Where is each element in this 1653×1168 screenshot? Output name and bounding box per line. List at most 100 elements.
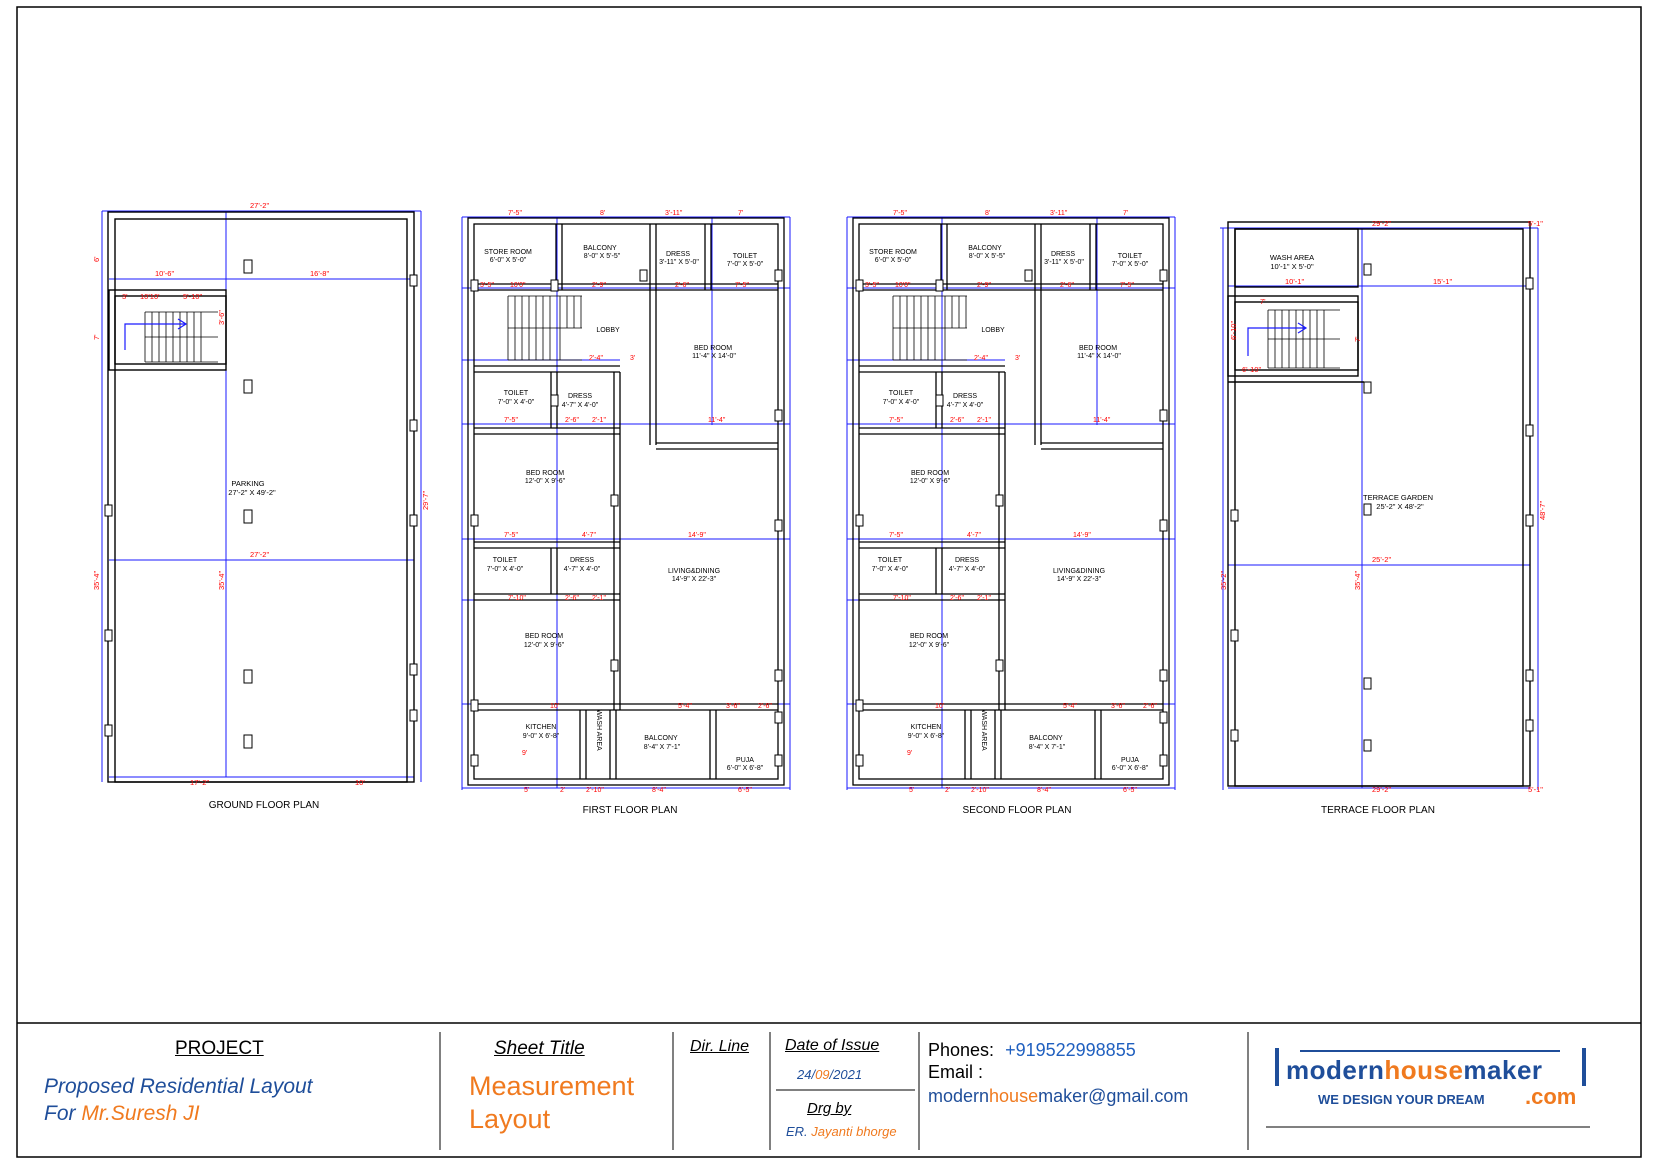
- room-name: WASH AREA: [595, 709, 602, 751]
- room-name: LOBBY: [981, 327, 1005, 334]
- plan-title-first: FIRST FLOOR PLAN: [583, 805, 678, 816]
- terrace-floor-plan: WASH AREA 10'-1" X 5'-0" TERRACE GARDEN …: [1219, 219, 1547, 816]
- dim-label: 27'-2": [250, 201, 269, 210]
- dim-label: 7'-5": [735, 282, 749, 289]
- dim-label: 2': [945, 787, 950, 794]
- email-part: @gmail.com: [1088, 1086, 1189, 1106]
- room-size: 27'-2" X 49'-2": [228, 488, 276, 497]
- dim-label: 3'-6": [217, 310, 226, 325]
- room-size: 9'-0" X 6'-8": [523, 733, 560, 740]
- logo-right-bar: [1582, 1048, 1586, 1086]
- second-dim-labels: 7'-5" 8' 3'-11" 7' 3'-5" 10'0" 2'-9" 2'-…: [865, 210, 1157, 794]
- room-size: 7'-0" X 4'-0": [872, 566, 909, 573]
- email-address[interactable]: modernhousemaker@gmail.com: [928, 1086, 1188, 1107]
- room-name: TOILET: [504, 390, 529, 397]
- room-size: 8'-0" X 5'-5": [584, 253, 621, 260]
- dim-label: 11'-4": [1093, 417, 1111, 424]
- dim-label: 5'-4": [1063, 703, 1077, 710]
- dim-label: 6'-5": [738, 787, 752, 794]
- terrace-stair-arrow: [1247, 322, 1308, 356]
- dim-label: 14'-9": [1073, 532, 1091, 539]
- room-name: LIVING&DINING: [1053, 568, 1105, 575]
- email-part: modern: [928, 1086, 990, 1106]
- room-name: BED ROOM: [1079, 345, 1117, 352]
- dim-label: 8': [985, 210, 990, 217]
- room-size: 6'-0" X 6'-8": [727, 765, 764, 772]
- dim-label: 6'-10": [1242, 365, 1261, 374]
- second-floor-plan: STORE ROOM 6'-0" X 5'-0" BALCONY 8'-0" X…: [846, 210, 1176, 816]
- dim-label: 2'-6": [950, 595, 964, 602]
- dim-label: 3'-11": [1050, 210, 1068, 217]
- room-size: 4'-7" X 4'-0": [947, 402, 984, 409]
- room-name: LOBBY: [596, 327, 620, 334]
- project-line2-prefix: For: [44, 1102, 82, 1125]
- dim-label: 3': [630, 355, 635, 362]
- dim-label: 9': [522, 750, 527, 757]
- sheet-border: [16, 6, 1642, 1158]
- room-name: PARKING: [231, 479, 264, 488]
- dim-label: 7'-10": [893, 595, 911, 602]
- room-size: 12'-0" X 9'-6": [909, 642, 950, 649]
- dim-label: 2'-6": [565, 417, 579, 424]
- room-size: 14'-9" X 22'-3": [1057, 576, 1102, 583]
- logo-text: modernhousemaker: [1286, 1055, 1543, 1085]
- dim-label: 6'-5": [1123, 787, 1137, 794]
- room-name: PUJA: [736, 757, 754, 764]
- dim-label: 3'-11": [665, 210, 683, 217]
- room-size: 8'-4" X 7'-1": [644, 744, 681, 751]
- dim-label: 10'-6": [155, 269, 174, 278]
- dim-label: 7'-5": [889, 417, 903, 424]
- sheet-title-line1: Measurement: [469, 1071, 635, 1101]
- dim-label: 7': [738, 210, 743, 217]
- dim-label: 4'-7": [967, 532, 981, 539]
- room-size: 12'-0" X 9'-6": [525, 478, 566, 485]
- dim-label: 11'-4": [708, 417, 726, 424]
- dim-label: 7'-5": [1120, 282, 1134, 289]
- dim-label: 15'-1": [1433, 277, 1452, 286]
- dim-label: 2'-6": [758, 703, 772, 710]
- dim-label: 2'-1": [592, 595, 606, 602]
- room-name: BALCONY: [644, 735, 678, 742]
- ground-stair-arrow: [124, 318, 188, 350]
- logo-left-bar: [1275, 1048, 1279, 1086]
- dim-label: 6'-10": [1229, 321, 1238, 340]
- ground-floor-plan: 27'-2" 10'-6" 16'-8" 3' 5'-10" 10'10' 27…: [92, 201, 430, 811]
- dim-label: 9': [907, 750, 912, 757]
- room-name: KITCHEN: [526, 724, 557, 731]
- dim-label: 17'-2": [190, 778, 209, 787]
- date-year: /2021: [829, 1067, 863, 1082]
- phone-number[interactable]: +919522998855: [1005, 1040, 1136, 1060]
- room-name: LIVING&DINING: [668, 568, 720, 575]
- dim-label: 2'-10": [586, 787, 604, 794]
- dim-label: 2'-4": [589, 355, 603, 362]
- plan-title-second: SECOND FLOOR PLAN: [963, 805, 1072, 816]
- dim-label: 2'-1": [977, 417, 991, 424]
- room-size: 3'-11" X 5'-0": [659, 259, 699, 266]
- drg-by-label: Drg by: [807, 1100, 852, 1117]
- room-size: 11'-4" X 14'-0": [692, 353, 736, 360]
- room-name: STORE ROOM: [869, 249, 917, 256]
- dim-label: 2'-6": [1060, 282, 1074, 289]
- dim-label: 7': [1123, 210, 1128, 217]
- room-name: DRESS: [1051, 251, 1075, 258]
- dim-label: 10'0": [895, 282, 911, 289]
- first-floor-plan: STORE ROOM 6'-0" X 5'-0" BALCONY 8'-0" X…: [461, 210, 791, 816]
- room-name: TOILET: [878, 557, 903, 564]
- dim-label: 7'-5": [893, 210, 907, 217]
- room-size: 14'-9" X 22'-3": [672, 576, 717, 583]
- dim-label: 7'-5": [504, 532, 518, 539]
- dim-label: 7': [1353, 336, 1362, 342]
- room-name: DRESS: [953, 393, 977, 400]
- dim-label: 2'-6": [1143, 703, 1157, 710]
- dim-label: 10'-1": [1285, 277, 1304, 286]
- room-name: STORE ROOM: [484, 249, 532, 256]
- dim-label: 29'-7": [421, 491, 430, 510]
- logo-text-part: maker: [1463, 1055, 1543, 1085]
- dim-label: 7'-5": [889, 532, 903, 539]
- room-size: 7'-0" X 4'-0": [487, 566, 524, 573]
- email-label: Email :: [928, 1062, 984, 1082]
- ground-vertical-dims: 6' 7' 3'-6" 35'-4" 35'-4" 29'-7": [92, 256, 430, 590]
- ground-stair: [144, 311, 218, 363]
- dim-label: 7': [1260, 297, 1266, 306]
- dim-label: 16'-8": [310, 269, 329, 278]
